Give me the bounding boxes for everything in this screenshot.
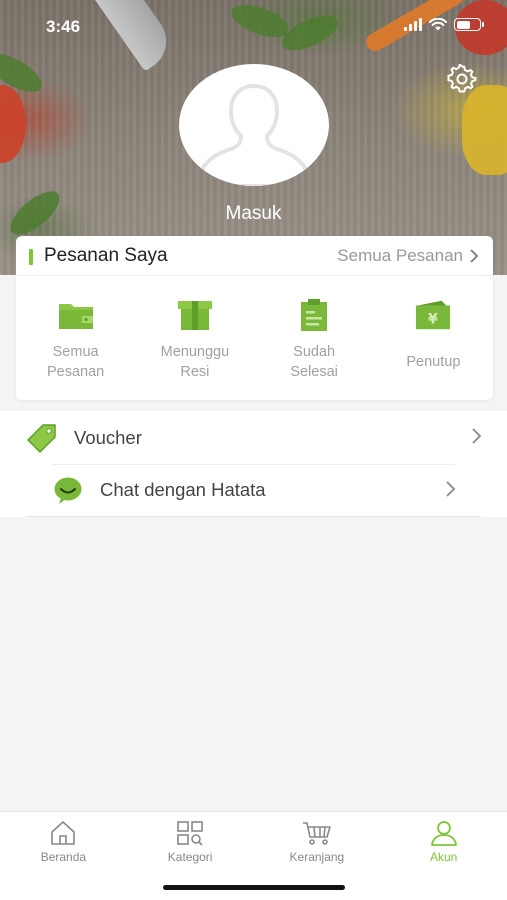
status-bar: 3:46 <box>0 0 507 54</box>
menu-item-label: Voucher <box>74 426 142 448</box>
order-status-all[interactable]: Semua Pesanan <box>16 298 135 382</box>
wallet-icon <box>58 298 94 332</box>
order-status-label: Penutup <box>406 354 461 370</box>
cellular-signal-icon <box>404 18 422 31</box>
my-orders-card: Pesanan Saya Semua Pesanan Semua Pesanan <box>16 236 493 400</box>
battery-icon <box>454 18 484 31</box>
menu-item-voucher[interactable]: Voucher <box>0 411 507 464</box>
order-status-awaiting-receipt[interactable]: Menunggu Resi <box>135 298 254 382</box>
all-orders-label: Semua Pesanan <box>337 246 463 265</box>
decor-pepper <box>462 85 507 175</box>
my-orders-title: Pesanan Saya <box>44 245 168 266</box>
login-link[interactable]: Masuk <box>0 203 507 225</box>
user-placeholder-icon <box>201 84 307 186</box>
order-status-label: Sudah Selesai <box>290 344 338 380</box>
menu-item-label: Chat dengan Hatata <box>100 479 266 500</box>
clipboard-icon <box>296 298 332 332</box>
my-orders-header: Pesanan Saya Semua Pesanan <box>16 236 493 276</box>
voucher-tag-icon <box>27 423 57 453</box>
home-icon <box>51 821 76 845</box>
yen-card-icon: ¥ <box>415 298 451 332</box>
cart-icon <box>302 822 331 845</box>
chevron-right-icon <box>472 428 482 444</box>
order-status-closed[interactable]: ¥ Penutup <box>374 298 493 382</box>
status-icons <box>404 18 484 31</box>
chevron-right-icon <box>470 249 479 263</box>
account-menu: Voucher Chat dengan Hatata <box>0 411 507 517</box>
chevron-right-icon <box>446 481 456 497</box>
account-icon <box>430 821 457 846</box>
box-icon <box>177 298 213 332</box>
home-indicator[interactable] <box>163 885 345 890</box>
all-orders-link[interactable]: Semua Pesanan <box>337 246 479 266</box>
category-grid-icon <box>177 821 203 846</box>
svg-text:¥: ¥ <box>428 312 438 328</box>
chat-smile-icon <box>53 475 83 505</box>
wifi-icon <box>429 18 447 31</box>
tab-label: Kategori <box>167 850 213 864</box>
tab-home[interactable]: Beranda <box>0 812 127 900</box>
status-time: 3:46 <box>46 17 81 36</box>
tab-account[interactable]: Akun <box>380 812 507 900</box>
decor-tomato <box>0 85 26 163</box>
tab-label: Beranda <box>40 850 87 864</box>
tab-label: Akun <box>429 850 458 864</box>
avatar[interactable] <box>179 64 329 186</box>
order-status-list: Semua Pesanan Menunggu Resi Sudah Selesa… <box>16 276 493 382</box>
gear-icon[interactable] <box>447 64 477 94</box>
order-status-completed[interactable]: Sudah Selesai <box>255 298 374 382</box>
tab-label: Keranjang <box>289 850 345 864</box>
order-status-label: Menunggu Resi <box>160 344 230 380</box>
menu-item-chat[interactable]: Chat dengan Hatata <box>26 464 481 517</box>
section-accent-bar <box>29 249 33 265</box>
order-status-label: Semua Pesanan <box>47 344 105 380</box>
